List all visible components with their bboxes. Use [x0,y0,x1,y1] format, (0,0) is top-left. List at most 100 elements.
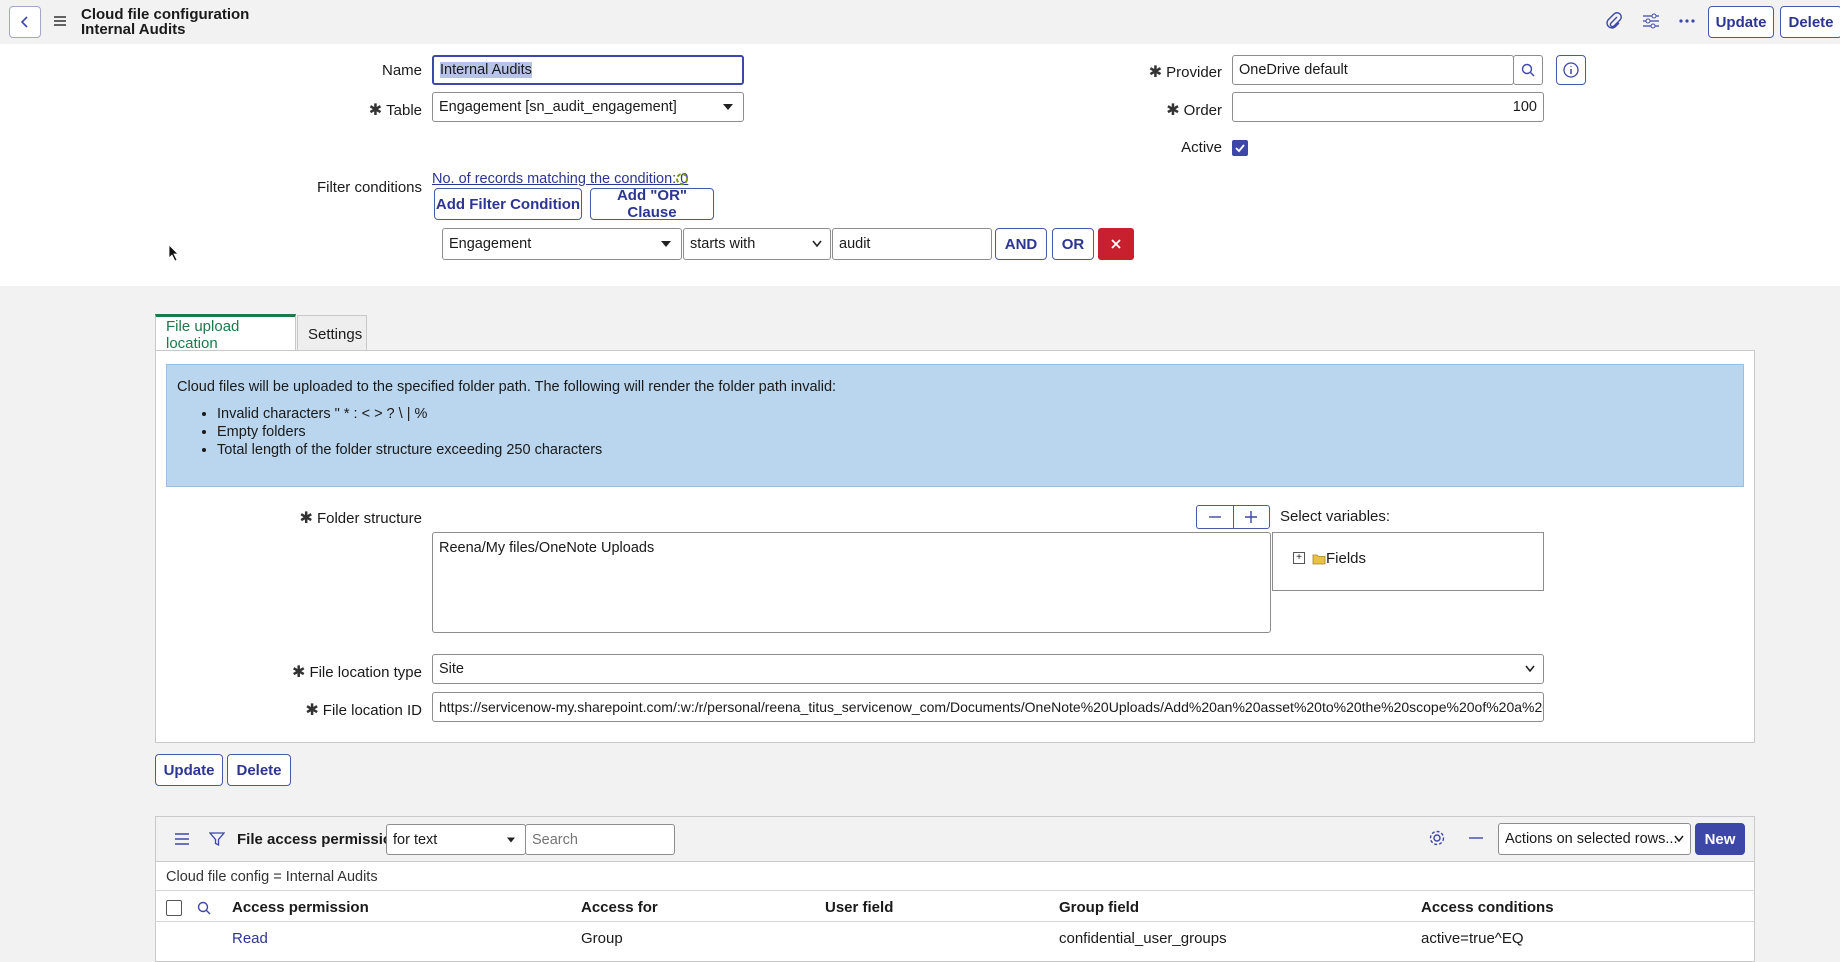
close-icon [1111,239,1121,249]
expand-plus-icon[interactable]: + [1293,552,1305,564]
gear-icon[interactable] [1428,829,1446,847]
info-item: Total length of the folder structure exc… [217,441,602,459]
add-or-clause-button[interactable]: Add "OR" Clause [590,187,714,221]
required-icon: ✱ [368,102,383,119]
required-icon: ✱ [1148,64,1163,81]
row-access-for: Group [581,930,623,947]
folder-structure-textarea[interactable]: Reena/My files/OneNote Uploads [432,532,1271,633]
chevron-down-icon [812,240,822,248]
add-filter-condition-button[interactable]: Add Filter Condition [434,188,582,220]
collapse-icon[interactable] [1469,837,1483,839]
provider-search-button[interactable] [1513,55,1543,85]
settings-sliders-icon[interactable] [1641,11,1661,31]
folder-label-wrap: ✱ Folder structure [280,508,422,528]
info-intro: Cloud files will be uploaded to the spec… [177,379,837,395]
textarea-size-controls [1196,505,1270,529]
list-title: File access permissions [237,831,410,848]
condition-value-input[interactable]: audit [832,228,992,260]
search-field-select[interactable]: for text [386,824,526,855]
chevron-down-icon [507,837,515,842]
hamburger-menu-icon[interactable] [52,13,68,29]
provider-input[interactable]: OneDrive default [1232,55,1514,85]
chevron-left-icon [20,16,28,28]
column-header-access-permission[interactable]: Access permission [232,899,369,916]
actions-select-value: Actions on selected rows... [1505,831,1678,847]
fields-tree-node[interactable]: Fields [1326,550,1366,567]
new-button[interactable]: New [1695,823,1745,855]
location-type-label-wrap: ✱ File location type [280,662,422,682]
file-location-type-select[interactable]: Site [432,654,1544,684]
update-button[interactable]: Update [155,754,223,786]
location-id-label-wrap: ✱ File location ID [280,700,422,720]
minus-icon[interactable] [1197,506,1234,528]
back-button[interactable] [9,6,41,38]
select-variables-label: Select variables: [1280,508,1391,525]
condition-operator-select[interactable]: starts with [683,228,831,260]
column-search-icon[interactable] [197,901,211,915]
table-label-wrap: ✱ Table [300,100,422,120]
table-value: Engagement [sn_audit_engagement] [439,99,677,115]
column-header-access-conditions[interactable]: Access conditions [1421,899,1554,916]
file-location-type-value: Site [439,661,464,677]
remove-condition-button[interactable] [1098,228,1134,260]
file-location-type-label: File location type [309,664,422,681]
column-header-access-for[interactable]: Access for [581,899,658,916]
list-menu-icon[interactable] [174,832,190,846]
file-location-id-input[interactable]: https://servicenow-my.sharepoint.com/:w:… [432,692,1544,722]
order-input[interactable]: 100 [1232,92,1544,122]
folder-icon [1312,554,1326,565]
chevron-down-icon [723,104,733,110]
info-item: Empty folders [217,423,602,441]
table-label: Table [386,102,422,119]
required-icon: ✱ [299,510,313,527]
refresh-icon[interactable] [675,172,689,186]
condition-field-select[interactable]: Engagement [442,228,682,260]
tab-settings[interactable]: Settings [297,315,367,353]
filter-icon[interactable] [209,831,225,847]
tab-file-upload-location[interactable]: File upload location [155,314,296,352]
row-access-permission-link[interactable]: Read [232,930,268,947]
search-field-value: for text [393,831,438,848]
required-icon: ✱ [1166,102,1180,119]
order-label-wrap: ✱ Order [1100,100,1222,120]
chevron-down-icon [1525,665,1535,673]
plus-icon[interactable] [1234,506,1270,528]
provider-info-button[interactable] [1556,55,1586,85]
order-label: Order [1183,102,1222,119]
info-list: Invalid characters " * : < > ? \ | % Emp… [217,405,602,459]
delete-button[interactable]: Delete [227,754,291,786]
name-label: Name [381,62,422,79]
condition-value: audit [839,236,871,252]
column-header-group-field[interactable]: Group field [1059,899,1139,916]
provider-label-wrap: ✱ Provider [1100,62,1222,82]
table-select[interactable]: Engagement [sn_audit_engagement] [432,92,744,122]
mouse-cursor-icon [168,244,179,262]
condition-field-value: Engagement [449,236,532,252]
chevron-down-icon [661,241,671,247]
filter-conditions-label: Filter conditions [316,179,422,196]
divider [155,890,1755,891]
paperclip-icon[interactable] [1604,11,1624,31]
active-checkbox[interactable] [1232,140,1248,156]
delete-button-header[interactable]: Delete [1780,6,1840,38]
more-options-icon[interactable] [1677,11,1697,31]
actions-select[interactable]: Actions on selected rows... [1498,823,1691,855]
update-button-header[interactable]: Update [1708,6,1774,38]
search-input[interactable] [525,824,675,855]
name-value: Internal Audits [440,62,532,78]
and-button[interactable]: AND [995,228,1047,260]
column-header-user-field[interactable]: User field [825,899,893,916]
search-icon [1521,63,1535,77]
select-all-checkbox[interactable] [166,900,182,916]
list-breadcrumb[interactable]: Cloud file config = Internal Audits [166,869,378,885]
info-icon [1563,62,1579,78]
name-input[interactable]: Internal Audits [432,55,744,85]
divider [155,921,1755,922]
records-count-link[interactable]: No. of records matching the condition: 0 [432,171,688,187]
required-icon: ✱ [305,702,319,719]
or-button[interactable]: OR [1052,228,1094,260]
variables-tree: + Fields [1272,532,1544,591]
active-label: Active [1181,139,1222,156]
info-message: Cloud files will be uploaded to the spec… [166,364,1744,487]
record-title: Internal Audits [81,21,186,38]
